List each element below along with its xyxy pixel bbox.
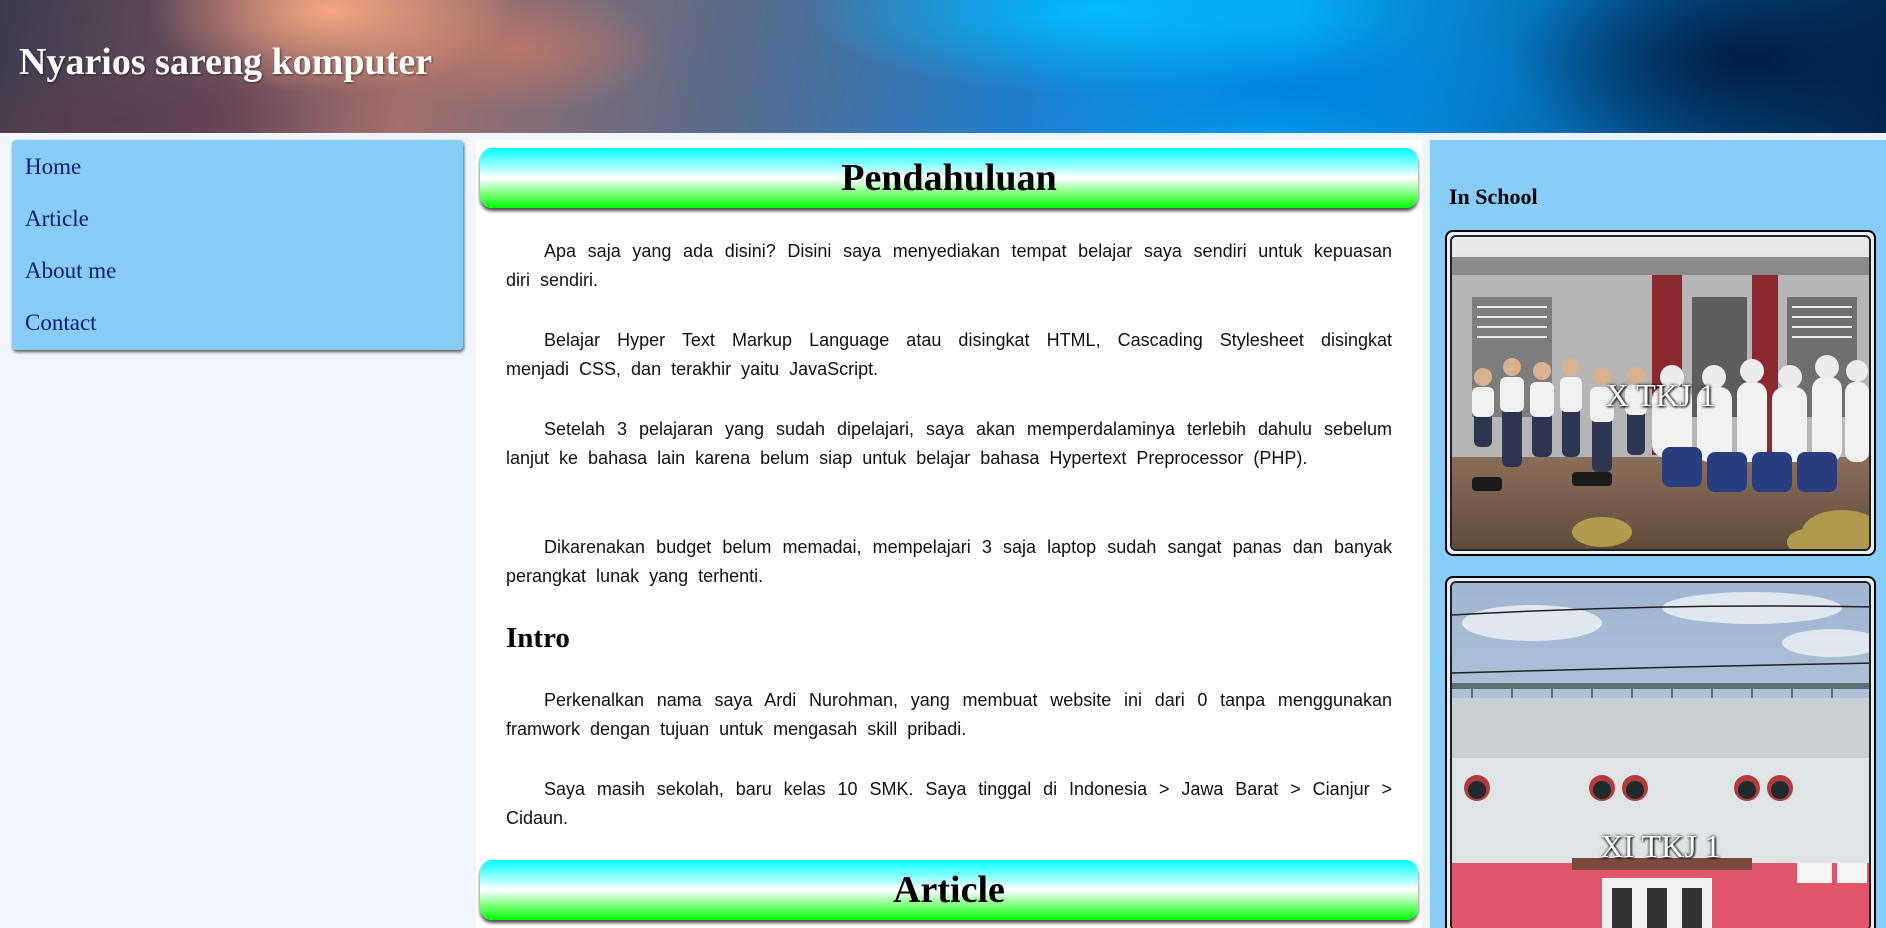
nav-item-about-me[interactable]: About me — [25, 258, 116, 284]
aside-title: In School — [1449, 184, 1538, 209]
paragraph: Setelah 3 pelajaran yang sudah dipelajar… — [506, 419, 1392, 468]
nav-item-contact[interactable]: Contact — [25, 310, 97, 336]
main-content: Pendahuluan Apa saja yang ada disini? Di… — [476, 140, 1422, 928]
nav-item-article[interactable]: Article — [25, 206, 89, 232]
photo-card[interactable]: XI TKJ 1 — [1445, 576, 1876, 928]
nav-item-home[interactable]: Home — [25, 154, 81, 180]
section-heading-article: Article — [480, 860, 1418, 920]
photo-caption: X TKJ 1 — [1605, 377, 1716, 413]
paragraph: Perkenalkan nama saya Ardi Nurohman, yan… — [506, 690, 1392, 739]
sidebar-nav: Home Article About me Contact — [12, 140, 463, 350]
intro-heading: Intro — [506, 622, 570, 654]
class-photo-x-tkj-1: X TKJ 1 — [1450, 235, 1871, 551]
right-sidebar: In School X TKJ 1 XI TKJ 1 — [1430, 140, 1886, 928]
paragraph: Saya masih sekolah, baru kelas 10 SMK. S… — [506, 779, 1392, 828]
class-photo-xi-tkj-1: XI TKJ 1 — [1450, 581, 1871, 928]
site-title: Nyarios sareng komputer — [19, 41, 433, 83]
photo-caption: XI TKJ 1 — [1600, 828, 1721, 864]
section-heading-text: Pendahuluan — [841, 157, 1057, 199]
header-banner: Nyarios sareng komputer — [0, 0, 1886, 133]
paragraph: Belajar Hyper Text Markup Language atau … — [506, 330, 1392, 379]
paragraph: Apa saja yang ada disini? Disini saya me… — [506, 241, 1392, 290]
section-heading-text: Article — [893, 869, 1005, 911]
paragraph: Dikarenakan budget belum memadai, mempel… — [506, 537, 1392, 586]
photo-image — [1452, 583, 1869, 928]
section-heading-pendahuluan: Pendahuluan — [480, 148, 1418, 208]
photo-card[interactable]: X TKJ 1 — [1445, 230, 1876, 556]
